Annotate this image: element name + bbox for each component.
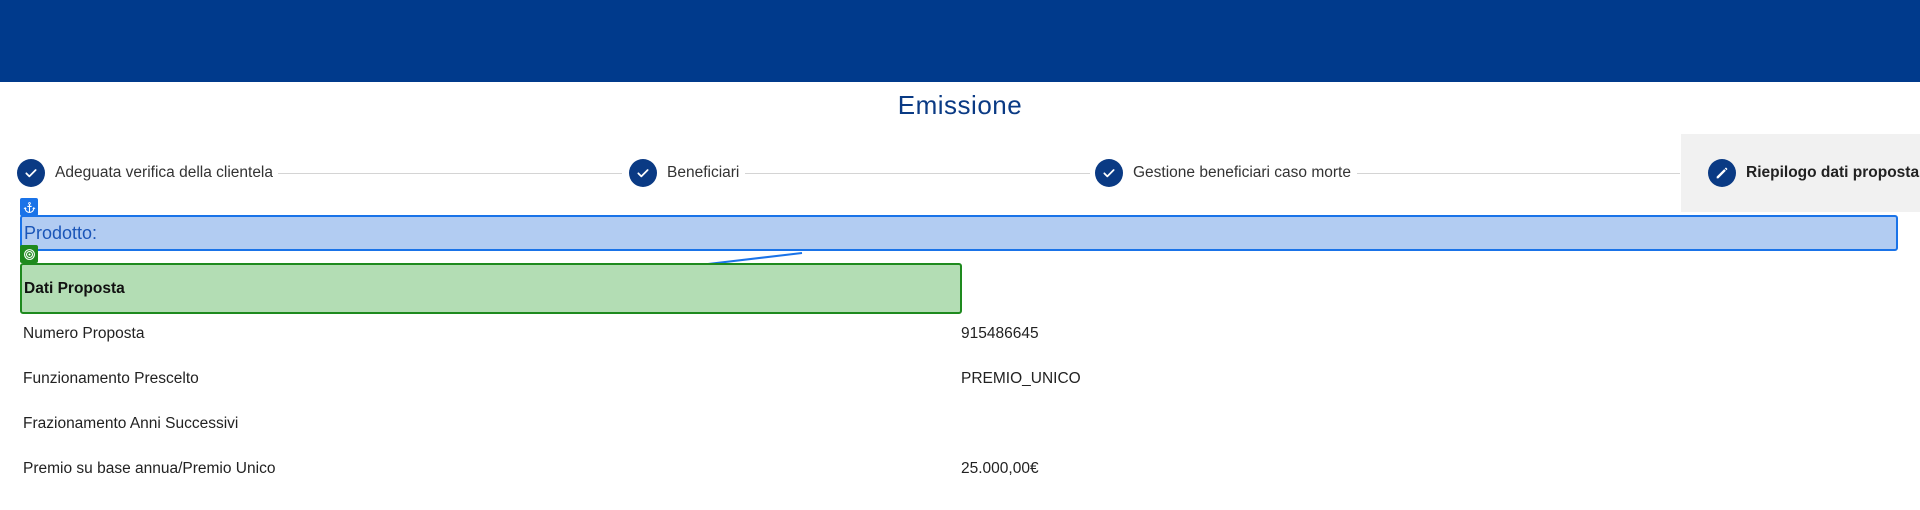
summary-row: Frazionamento Anni Successivi xyxy=(0,415,1920,445)
summary-row: Numero Proposta 915486645 xyxy=(0,325,1920,355)
row-value: 25.000,00€ xyxy=(961,460,1039,477)
step-label: Adeguata verifica della clientela xyxy=(55,164,273,181)
step-connector xyxy=(278,173,622,174)
target-icon xyxy=(20,245,38,263)
summary-row: Funzionamento Prescelto PREMIO_UNICO xyxy=(0,370,1920,400)
check-icon xyxy=(1095,159,1123,187)
row-value: 915486645 xyxy=(961,325,1039,342)
section-title-dati-proposta: Dati Proposta xyxy=(20,263,962,314)
summary-row: Premio su base annua/Premio Unico 25.000… xyxy=(0,460,1920,490)
step-beneficiari[interactable]: Beneficiari xyxy=(629,134,739,212)
product-label-highlight: Prodotto: xyxy=(20,215,1898,251)
check-icon xyxy=(17,159,45,187)
step-riepilogo-dati-proposta[interactable]: Riepilogo dati proposta xyxy=(1681,134,1920,212)
step-connector xyxy=(1357,173,1680,174)
anchor-icon xyxy=(20,198,38,216)
step-adeguata-verifica[interactable]: Adeguata verifica della clientela xyxy=(17,134,273,212)
row-label: Funzionamento Prescelto xyxy=(23,370,199,387)
page-title: Emissione xyxy=(897,90,1023,120)
row-value: PREMIO_UNICO xyxy=(961,370,1081,387)
row-label: Numero Proposta xyxy=(23,325,145,342)
step-connector xyxy=(745,173,1090,174)
step-label: Beneficiari xyxy=(667,164,740,181)
row-label: Premio su base annua/Premio Unico xyxy=(23,460,276,477)
check-icon xyxy=(629,159,657,187)
step-label: Gestione beneficiari caso morte xyxy=(1133,164,1351,181)
step-gestione-beneficiari[interactable]: Gestione beneficiari caso morte xyxy=(1095,134,1351,212)
top-header-bar xyxy=(0,0,1920,82)
step-label: Riepilogo dati proposta xyxy=(1746,164,1920,181)
row-label: Frazionamento Anni Successivi xyxy=(23,415,239,432)
pencil-icon xyxy=(1708,159,1736,187)
progress-stepper: Adeguata verifica della clientela Benefi… xyxy=(0,134,1920,212)
